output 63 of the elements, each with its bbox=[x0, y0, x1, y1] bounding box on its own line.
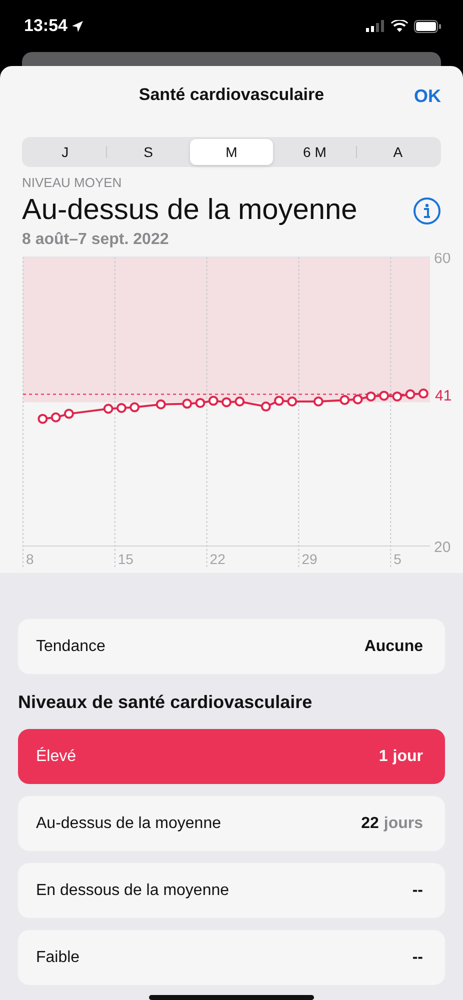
data-point bbox=[208, 396, 218, 406]
data-point bbox=[116, 403, 126, 413]
axis-label: 8 bbox=[26, 551, 34, 567]
data-point bbox=[182, 398, 192, 409]
level-label: Au-dessus de la moyenne bbox=[36, 814, 221, 832]
day-count: 22 bbox=[361, 814, 379, 832]
level-label: Élevé bbox=[36, 748, 76, 766]
data-point bbox=[103, 404, 114, 414]
trend-label: Tendance bbox=[36, 638, 106, 656]
signal-icon bbox=[366, 20, 385, 32]
level-label: En dessous de la moyenne bbox=[36, 882, 230, 900]
data-point bbox=[130, 402, 140, 412]
data-point bbox=[50, 412, 61, 422]
level-row[interactable]: Faible -- bbox=[18, 930, 445, 985]
status-time: 13:54 bbox=[24, 16, 68, 36]
segment-tab[interactable]: M bbox=[190, 138, 273, 165]
day-unit: jours bbox=[384, 814, 423, 832]
trend-value: Aucune bbox=[364, 638, 423, 656]
date-range: 8 août–7 sept. 2022 bbox=[22, 231, 170, 249]
level-row[interactable]: Au-dessus de la moyenne 22 jours bbox=[18, 796, 445, 851]
data-point bbox=[260, 402, 271, 412]
data-point bbox=[313, 396, 324, 406]
section-heading: Niveaux de santé cardiovasculaire bbox=[18, 692, 314, 713]
day-count: -- bbox=[412, 948, 423, 966]
data-point bbox=[222, 397, 232, 408]
sheet-title: Santé cardiovasculaire bbox=[138, 84, 324, 105]
data-point bbox=[392, 391, 402, 402]
data-point bbox=[38, 414, 48, 424]
data-point bbox=[156, 399, 166, 410]
ok-button[interactable]: OK bbox=[414, 86, 441, 107]
segment-tab[interactable]: 6 M bbox=[274, 138, 356, 165]
day-count: -- bbox=[412, 882, 423, 900]
location-arrow-icon bbox=[71, 20, 84, 32]
data-point bbox=[352, 394, 363, 404]
average-label: 41 bbox=[435, 387, 452, 404]
info-icon[interactable] bbox=[413, 196, 441, 224]
axis-label: 5 bbox=[394, 551, 402, 567]
data-point bbox=[418, 388, 428, 399]
data-point bbox=[379, 390, 390, 401]
data-point bbox=[274, 396, 284, 406]
segment-tab[interactable]: A bbox=[356, 138, 440, 165]
section-caption: NIVEAU MOYEN bbox=[22, 175, 123, 190]
level-label: Faible bbox=[36, 948, 80, 966]
data-point bbox=[64, 408, 74, 419]
data-point bbox=[234, 396, 245, 406]
axis-label: 29 bbox=[302, 551, 318, 567]
data-point bbox=[366, 391, 376, 402]
data-point bbox=[340, 395, 350, 406]
segment-tab[interactable]: S bbox=[107, 138, 190, 165]
level-row[interactable]: Élevé 1 jour bbox=[18, 729, 445, 784]
battery-icon bbox=[414, 20, 441, 32]
data-point bbox=[405, 389, 416, 400]
data-point bbox=[287, 396, 298, 406]
day-count: 1 bbox=[378, 748, 388, 766]
level-heading: Au-dessus de la moyenne bbox=[22, 194, 358, 227]
axis-label: 20 bbox=[434, 539, 451, 556]
wifi-icon bbox=[391, 20, 408, 32]
day-unit: jour bbox=[392, 748, 423, 766]
axis-label: 15 bbox=[118, 551, 134, 567]
level-row[interactable]: En dessous de la moyenne -- bbox=[18, 863, 445, 918]
data-point bbox=[195, 398, 206, 408]
axis-label: 22 bbox=[210, 551, 226, 567]
segment-tab[interactable]: J bbox=[24, 138, 106, 165]
